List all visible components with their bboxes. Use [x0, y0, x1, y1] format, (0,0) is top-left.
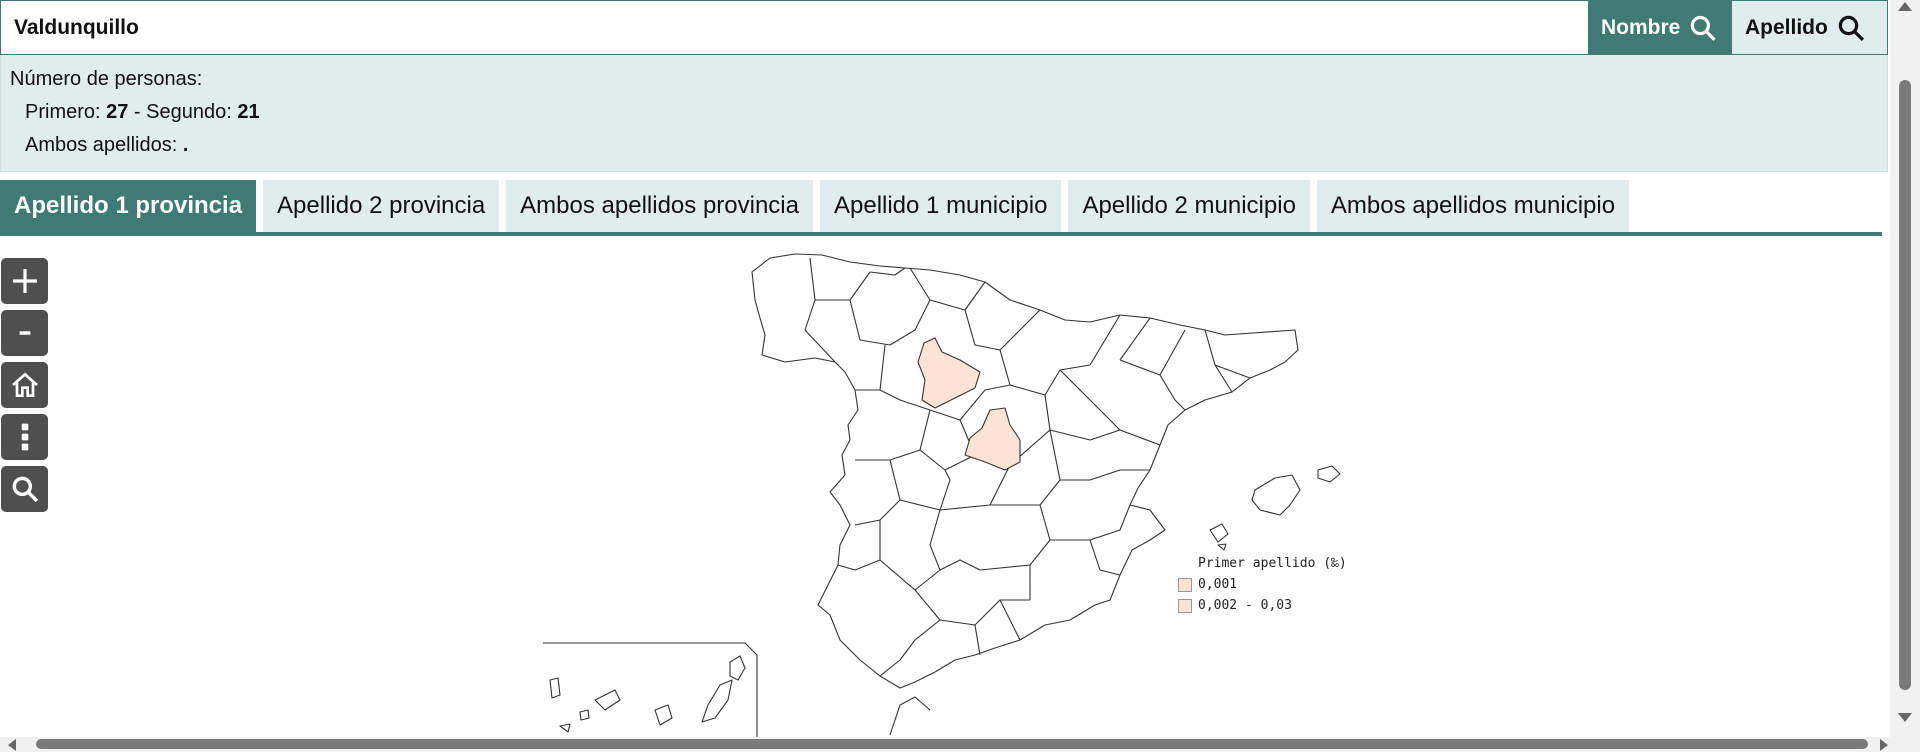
vertical-scroll-thumb[interactable]: [1899, 80, 1911, 690]
scroll-up-arrow-icon[interactable]: [1898, 2, 1912, 11]
map-legend: Primer apellido (‰) 0,001 0,002 - 0,03: [1178, 556, 1347, 619]
tab-ambos-apellidos-provincia[interactable]: Ambos apellidos provincia: [506, 180, 813, 232]
segundo-label: - Segundo:: [128, 101, 238, 123]
mainland-outline: [751, 253, 1299, 689]
search-bar: Nombre Apellido: [0, 0, 1888, 55]
tenerife: [594, 689, 621, 711]
scroll-right-arrow-icon[interactable]: [1880, 739, 1888, 751]
province-map-svg: [543, 253, 1341, 737]
map-tabs: Apellido 1 provincia Apellido 2 provinci…: [0, 180, 1882, 236]
search-by-name-label: Nombre: [1601, 15, 1681, 39]
surname-search-input[interactable]: [1, 1, 1588, 54]
zoom-out-button[interactable]: [1, 310, 48, 356]
fuerteventura: [701, 679, 733, 723]
lanzarote: [729, 655, 746, 681]
ambos-value: .: [182, 134, 189, 156]
tab-apellido-1-provincia[interactable]: Apellido 1 provincia: [0, 180, 257, 232]
both-surnames-count: Ambos apellidos: .: [10, 129, 1887, 162]
zoom-out-icon: [19, 331, 30, 335]
ambos-label: Ambos apellidos:: [25, 134, 183, 156]
legend-label: 0,002 - 0,03: [1198, 598, 1292, 613]
scroll-down-arrow-icon[interactable]: [1898, 713, 1912, 722]
horizontal-scrollbar[interactable]: [0, 737, 1890, 752]
segundo-value: 21: [237, 101, 260, 123]
search-by-surname-label: Apellido: [1745, 15, 1828, 39]
home-view-button[interactable]: [1, 362, 48, 408]
la-palma: [549, 677, 561, 699]
primero-value: 27: [106, 101, 129, 123]
person-count-heading: Número de personas:: [10, 68, 203, 90]
vertical-scrollbar[interactable]: [1890, 0, 1920, 752]
more-options-button[interactable]: [1, 414, 48, 460]
zoom-in-button[interactable]: [1, 258, 48, 304]
legend-item: 0,001: [1178, 577, 1347, 592]
gran-canaria: [654, 704, 673, 726]
ibiza: [1209, 523, 1229, 543]
spain-map[interactable]: [0, 240, 1882, 737]
el-hierro: [559, 723, 571, 733]
horizontal-scroll-thumb[interactable]: [36, 739, 1868, 749]
la-gomera: [579, 709, 590, 721]
legend-swatch: [1178, 577, 1192, 592]
search-by-name-button[interactable]: Nombre: [1588, 1, 1732, 54]
formentera: [1217, 543, 1227, 551]
home-icon: [11, 372, 38, 397]
mallorca: [1251, 474, 1301, 516]
tab-apellido-1-municipio[interactable]: Apellido 1 municipio: [819, 180, 1062, 232]
scroll-left-arrow-icon[interactable]: [8, 739, 16, 751]
menorca: [1317, 465, 1341, 483]
first-second-count: Primero: 27 - Segundo: 21: [10, 96, 1887, 129]
search-icon: [1838, 15, 1864, 41]
legend-item: 0,002 - 0,03: [1178, 598, 1347, 613]
person-count-panel: Número de personas: Primero: 27 - Segund…: [0, 55, 1888, 172]
north-africa-outline: [889, 696, 931, 736]
tab-apellido-2-municipio[interactable]: Apellido 2 municipio: [1068, 180, 1310, 232]
zoom-in-icon: [12, 269, 37, 293]
search-icon: [12, 476, 38, 503]
map-search-button[interactable]: [1, 466, 48, 512]
tab-apellido-2-provincia[interactable]: Apellido 2 provincia: [263, 180, 500, 232]
more-vertical-icon: [21, 423, 28, 451]
search-by-surname-button[interactable]: Apellido: [1732, 1, 1887, 54]
legend-label: 0,001: [1198, 577, 1238, 592]
search-icon: [1691, 15, 1717, 41]
primero-label: Primero:: [25, 101, 107, 123]
map-controls: [1, 258, 48, 518]
legend-swatch: [1178, 598, 1192, 613]
legend-title: Primer apellido (‰): [1198, 556, 1347, 571]
tab-ambos-apellidos-municipio[interactable]: Ambos apellidos municipio: [1316, 180, 1630, 232]
